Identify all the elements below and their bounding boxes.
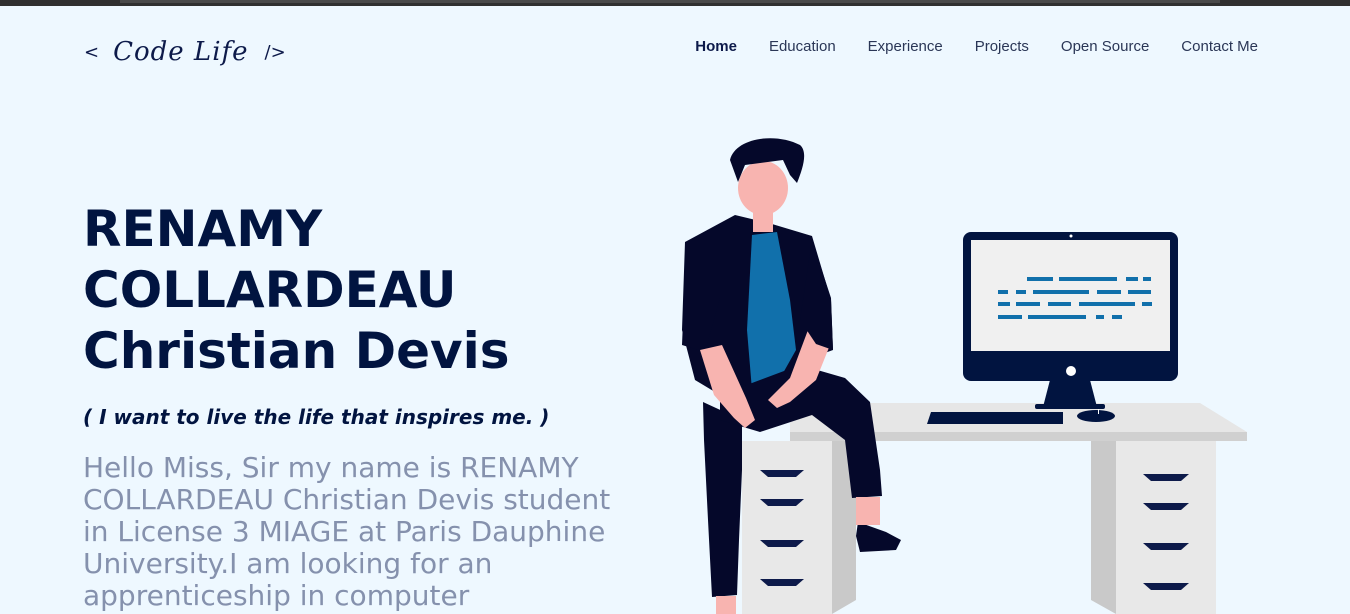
person-back-leg (703, 402, 742, 597)
main-nav: Home Education Experience Projects Open … (695, 38, 1258, 55)
person-front-ankle (856, 497, 880, 525)
drawer-handle (1143, 543, 1189, 550)
left-drawer-unit (742, 441, 832, 614)
hero-name: RENAMY COLLARDEAU Christian Devis (83, 199, 603, 382)
person-shoe (856, 522, 901, 552)
drawer-handle (1143, 583, 1189, 590)
hero-intro: Hello Miss, Sir my name is RENAMY COLLAR… (83, 451, 611, 612)
mouse-line (1098, 409, 1099, 414)
browser-top-bar (0, 0, 1350, 6)
right-drawer-side (1091, 441, 1116, 614)
drawer-handle (1143, 503, 1189, 510)
drawer-handle (1143, 474, 1189, 481)
monitor-power-button (1066, 366, 1076, 376)
hero-quote: ( I want to live the life that inspires … (83, 405, 550, 429)
developer-illustration (682, 138, 1247, 614)
monitor-screen (971, 240, 1170, 351)
monitor-camera (1069, 234, 1073, 238)
monitor-stand (1043, 380, 1097, 407)
mouse (1077, 410, 1115, 422)
logo-close-bracket: /> (264, 41, 286, 63)
nav-education[interactable]: Education (769, 38, 836, 55)
person-face (738, 161, 788, 215)
nav-open-source[interactable]: Open Source (1061, 38, 1149, 55)
keyboard (927, 412, 1063, 424)
person-back-ankle (716, 596, 736, 614)
browser-top-bar-inner (120, 0, 1220, 3)
nav-contact-me[interactable]: Contact Me (1181, 38, 1258, 55)
hero-name-line-1: RENAMY (83, 200, 323, 258)
hero-name-line-2: COLLARDEAU (83, 261, 457, 319)
nav-home[interactable]: Home (695, 38, 737, 55)
monitor-base (1035, 404, 1105, 409)
logo-open-bracket: < (84, 41, 100, 63)
nav-experience[interactable]: Experience (868, 38, 943, 55)
hero-name-line-3: Christian Devis (83, 322, 510, 380)
nav-projects[interactable]: Projects (975, 38, 1029, 55)
logo-script-text: Code Life (113, 37, 249, 67)
site-logo[interactable]: < Code Life /> (84, 30, 286, 74)
